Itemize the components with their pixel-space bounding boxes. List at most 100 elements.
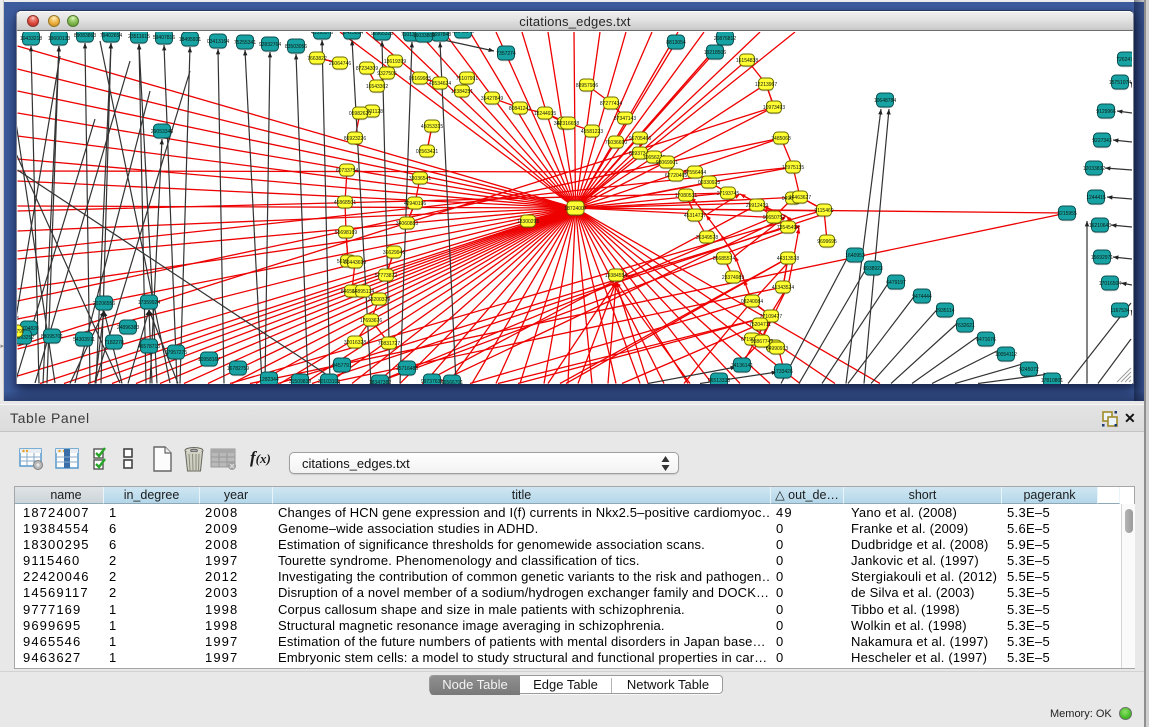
svg-text:9245072: 9245072 [1019,367,1039,373]
svg-text:17080531: 17080531 [675,193,697,199]
svg-text:34060883: 34060883 [396,221,418,227]
svg-text:9474444: 9474444 [912,294,932,300]
svg-text:13619399: 13619399 [384,59,406,65]
svg-text:03413164: 03413164 [207,39,229,45]
svg-text:1206797: 1206797 [17,329,25,335]
svg-text:30103105: 30103105 [318,379,340,384]
svg-text:19218506: 19218506 [704,50,726,56]
svg-text:8813054: 8813054 [666,40,686,46]
svg-text:14895134: 14895134 [352,289,374,295]
svg-text:80443699: 80443699 [344,260,366,266]
svg-text:86923226: 86923226 [344,136,366,142]
svg-text:05982620: 05982620 [349,111,371,117]
svg-text:18300295: 18300295 [517,219,539,225]
svg-text:3215955: 3215955 [1057,211,1077,217]
svg-text:87277434: 87277434 [600,101,622,107]
svg-text:15692971: 15692971 [1091,255,1113,261]
svg-text:33200379: 33200379 [368,297,390,303]
svg-text:17810801: 17810801 [1041,378,1063,384]
svg-text:7632621: 7632621 [955,323,975,329]
svg-text:18724007: 18724007 [564,206,586,212]
svg-text:12033832: 12033832 [1083,166,1105,172]
svg-text:29912419: 29912419 [746,203,768,209]
svg-text:98069901: 98069901 [656,160,678,166]
svg-text:18495931: 18495931 [179,37,201,43]
svg-text:8471676: 8471676 [976,337,996,343]
svg-text:9227343: 9227343 [1092,138,1112,144]
svg-text:44313518: 44313518 [777,256,799,262]
svg-text:73545494: 73545494 [777,225,799,231]
svg-text:17016504: 17016504 [1099,281,1121,287]
svg-text:8938923: 8938923 [863,266,883,272]
svg-text:9129966: 9129966 [1096,109,1116,115]
svg-text:16033809: 16033809 [413,33,435,39]
svg-text:57773872: 57773872 [375,273,397,279]
svg-text:85685574: 85685574 [713,256,735,262]
svg-text:1167534: 1167534 [1110,308,1129,314]
svg-text:45581223: 45581223 [581,129,603,135]
svg-text:7663822: 7663822 [307,56,327,62]
svg-text:33036541: 33036541 [409,176,431,182]
svg-text:19384554: 19384554 [605,273,627,279]
svg-text:6479197: 6479197 [886,280,906,286]
svg-text:62316658: 62316658 [557,121,579,127]
svg-text:60733754: 60733754 [336,168,358,174]
svg-text:10958167: 10958167 [198,357,220,363]
svg-text:10648784: 10648784 [874,98,896,104]
svg-text:96965328: 96965328 [371,32,393,37]
svg-text:29053346: 29053346 [151,129,173,135]
svg-text:15751074: 15751074 [1109,80,1131,86]
svg-text:20876812: 20876812 [714,36,736,42]
svg-text:01845146: 01845146 [452,32,474,35]
svg-text:16566701: 16566701 [441,380,463,384]
svg-text:99650752: 99650752 [763,215,785,221]
svg-text:15716485: 15716485 [396,366,418,372]
svg-text:9327505: 9327505 [377,71,397,77]
svg-text:9115460: 9115460 [814,208,833,214]
svg-text:55698169: 55698169 [335,230,357,236]
svg-text:83503056: 83503056 [285,44,307,50]
svg-text:9457791: 9457791 [332,363,352,369]
svg-text:87347143: 87347143 [614,116,636,122]
svg-text:20206556: 20206556 [93,301,115,307]
svg-text:35427849: 35427849 [481,96,503,102]
svg-text:7262473: 7262473 [1116,57,1132,63]
svg-text:1244415: 1244415 [1086,195,1106,201]
svg-text:75107991: 75107991 [456,76,478,82]
svg-text:23374989: 23374989 [722,275,744,281]
svg-text:02563421: 02563421 [416,149,438,155]
svg-text:88957986: 88957986 [576,83,598,89]
svg-text:79402654: 79402654 [100,33,122,39]
svg-text:1282344: 1282344 [259,377,279,383]
svg-text:17359924: 17359924 [138,300,160,306]
svg-text:37556464: 37556464 [684,170,706,176]
svg-text:10054112: 10054112 [995,352,1017,358]
svg-text:10973493: 10973493 [763,105,785,111]
svg-text:17957275: 17957275 [165,350,187,356]
svg-text:45053315: 45053315 [421,124,443,130]
svg-text:36349578: 36349578 [696,235,718,241]
svg-text:3412328: 3412328 [17,316,19,322]
svg-text:80841241: 80841241 [509,106,531,112]
svg-text:46578713: 46578713 [138,344,160,350]
svg-text:12975135: 12975135 [782,165,804,171]
svg-text:14136141: 14136141 [731,363,753,369]
svg-text:1640953: 1640953 [845,253,865,259]
svg-text:18347382: 18347382 [369,380,391,384]
svg-text:26064746: 26064746 [329,61,351,67]
svg-text:87234309: 87234309 [356,66,378,72]
svg-text:7182278: 7182278 [104,340,124,346]
svg-text:31509839: 31509839 [289,379,311,384]
svg-text:43534624: 43534624 [429,81,451,87]
svg-text:70831727: 70831727 [378,341,400,347]
svg-text:08240084: 08240084 [741,299,763,305]
svg-text:88095701: 88095701 [41,334,63,340]
svg-text:16543362: 16543362 [366,84,388,90]
svg-text:1733426: 1733426 [773,369,793,375]
svg-text:10433218: 10433218 [20,36,42,42]
svg-text:75255341: 75255341 [234,40,256,46]
svg-text:06513338: 06513338 [708,378,730,384]
svg-text:27193745: 27193745 [717,191,739,197]
svg-text:76036690: 76036690 [605,140,627,146]
svg-text:18244935: 18244935 [534,111,556,117]
